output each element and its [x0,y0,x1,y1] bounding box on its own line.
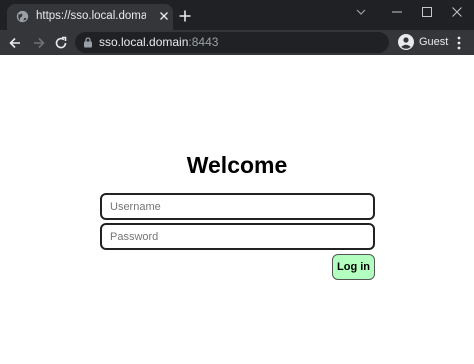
browser-toolbar: sso.local.domain:8443 Guest [0,30,474,55]
tab-strip: https://sso.local.domain:8443 [0,0,474,30]
back-button[interactable] [6,34,24,52]
avatar-icon [398,34,414,50]
tab-title: https://sso.local.domain:8443 [36,10,146,22]
more-vertical-icon [457,36,461,50]
browser-window: https://sso.local.domain:8443 [0,0,474,364]
password-input[interactable] [100,223,375,250]
url-host: sso.local.domain [99,35,189,49]
close-tab-icon[interactable] [158,10,170,22]
username-input[interactable] [100,193,375,220]
close-window-button[interactable] [442,0,472,24]
chevron-down-icon [356,9,366,15]
tab-search-button[interactable] [346,0,376,24]
forward-button[interactable] [30,34,48,52]
minimize-button[interactable] [382,0,412,24]
browser-tab[interactable]: https://sso.local.domain:8443 [7,4,173,30]
maximize-icon [422,7,432,17]
address-bar[interactable]: sso.local.domain:8443 [75,32,389,53]
reload-button[interactable] [52,34,70,52]
new-tab-icon[interactable] [178,9,192,23]
browser-menu-button[interactable] [452,34,466,52]
arrow-left-icon [9,37,20,49]
profile-button[interactable]: Guest [395,31,448,53]
minimize-icon [392,11,402,13]
url-port: :8443 [188,35,219,49]
arrow-right-icon [34,37,45,49]
page-content: Welcome Log in [0,55,474,364]
page-title: Welcome [186,152,288,178]
login-button[interactable]: Log in [332,254,375,280]
url-text: sso.local.domain:8443 [99,35,218,50]
lock-icon[interactable] [83,37,93,48]
close-icon [452,7,462,17]
reload-icon [55,36,67,49]
profile-label: Guest [419,36,449,48]
globe-icon [16,10,29,23]
maximize-button[interactable] [412,0,442,24]
